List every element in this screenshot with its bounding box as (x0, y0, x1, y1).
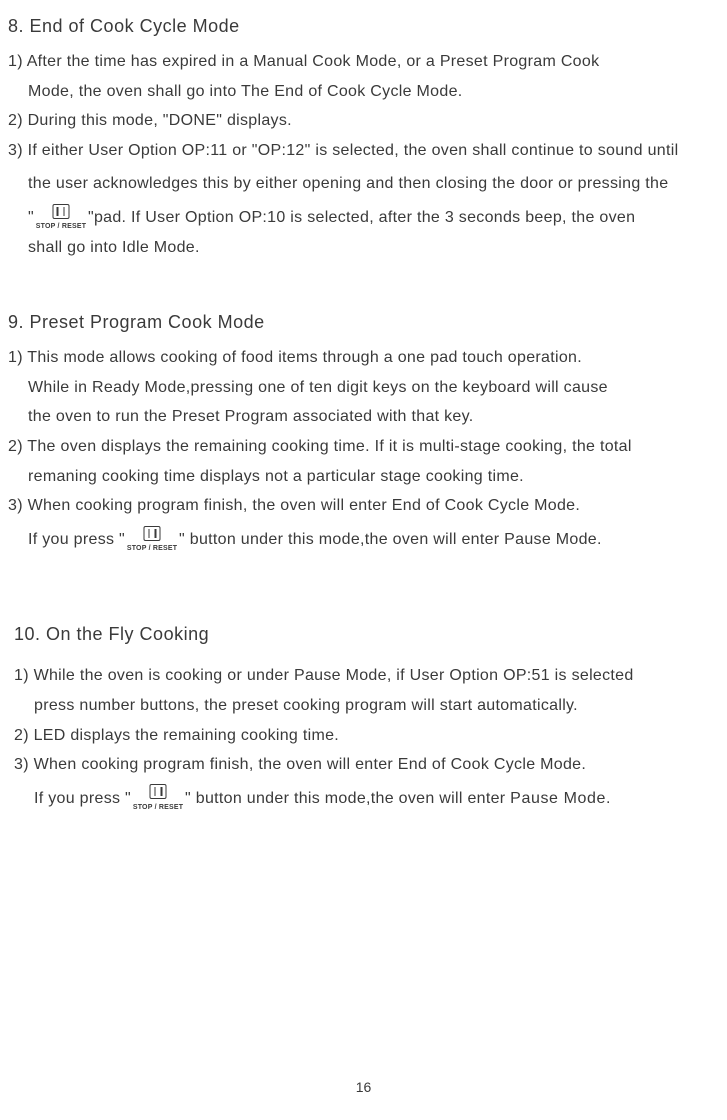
section-9-item-1-line-1: 1) This mode allows cooking of food item… (8, 343, 719, 373)
section-8-heading: 8. End of Cook Cycle Mode (8, 16, 719, 37)
section-9-item-2-line-1: 2) The oven displays the remaining cooki… (8, 432, 719, 462)
stop-reset-icon-label: STOP / RESET (133, 802, 183, 815)
section-10-item-2: 2) LED displays the remaining cooking ti… (14, 721, 719, 751)
text-segment: Pause Mode. (510, 784, 611, 814)
section-8-item-3-line-4: shall go into Idle Mode. (8, 233, 719, 263)
stop-reset-icon-label: STOP / RESET (36, 221, 86, 234)
section-9-item-2-line-2: remaning cooking time displays not a par… (8, 462, 719, 492)
section-8-item-3-line-2: the user acknowledges this by either ope… (8, 169, 719, 199)
section-10-item-3: 3) When cooking program finish, the oven… (14, 750, 719, 780)
section-8-item-1-line-2: Mode, the oven shall go into The End of … (8, 77, 719, 107)
text-segment: If you press " (28, 525, 125, 555)
text-segment: " button under this mode,the oven will e… (179, 525, 602, 555)
stop-reset-icon-label: STOP / RESET (127, 543, 177, 556)
section-9: 9. Preset Program Cook Mode 1) This mode… (8, 312, 719, 554)
section-8-item-1-line-1: 1) After the time has expired in a Manua… (8, 47, 719, 77)
section-8: 8. End of Cook Cycle Mode 1) After the t… (8, 16, 719, 262)
stop-reset-icon: STOP / RESET (127, 526, 177, 554)
section-8-item-2: 2) During this mode, "DONE" displays. (8, 106, 719, 136)
section-9-item-3: 3) When cooking program finish, the oven… (8, 491, 719, 521)
section-8-item-3-line-1: 3) If either User Option OP:11 or "OP:12… (8, 136, 719, 166)
page-number: 16 (356, 1079, 372, 1095)
text-segment: " (28, 203, 34, 233)
stop-reset-icon: STOP / RESET (36, 204, 86, 232)
text-segment: "pad. If User Option OP:10 is selected, … (88, 203, 635, 233)
stop-reset-icon: STOP / RESET (133, 784, 183, 812)
section-10-item-1-line-2: press number buttons, the preset cooking… (14, 691, 719, 721)
section-8-item-3-line-3: " STOP / RESET "pad. If User Option OP:1… (8, 203, 719, 233)
text-segment: " button under this mode,the oven will e… (185, 784, 510, 814)
section-10-item-1-line-1: 1) While the oven is cooking or under Pa… (14, 661, 719, 691)
section-10-item-4: If you press " STOP / RESET " button und… (14, 784, 719, 814)
section-10: 10. On the Fly Cooking 1) While the oven… (8, 624, 719, 813)
section-9-item-4: If you press " STOP / RESET " button und… (8, 525, 719, 555)
section-10-heading: 10. On the Fly Cooking (14, 624, 719, 645)
section-9-heading: 9. Preset Program Cook Mode (8, 312, 719, 333)
section-9-item-1-line-3: the oven to run the Preset Program assoc… (8, 402, 719, 432)
text-segment: If you press " (34, 784, 131, 814)
section-9-item-1-line-2: While in Ready Mode,pressing one of ten … (8, 373, 719, 403)
